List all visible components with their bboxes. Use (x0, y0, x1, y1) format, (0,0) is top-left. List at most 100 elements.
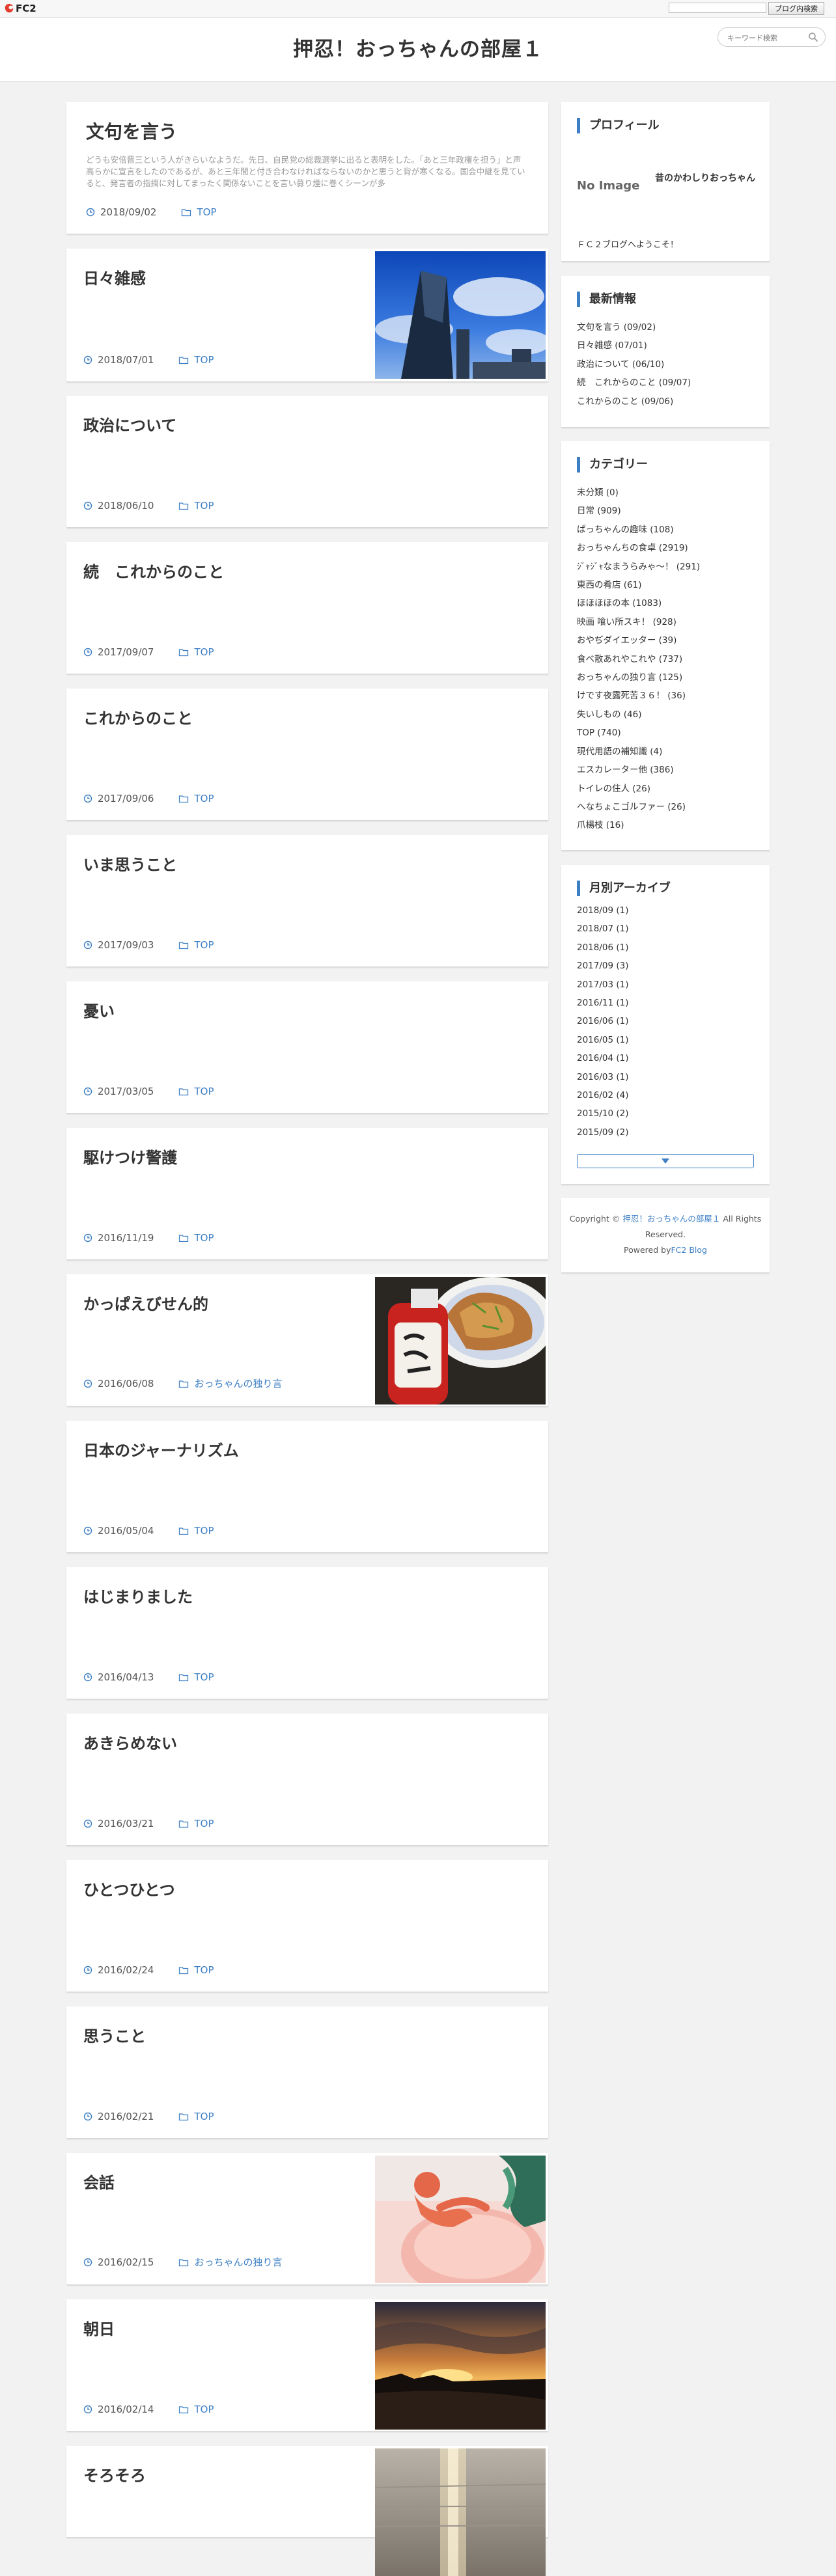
fc2-logo[interactable]: FC2 (4, 2, 36, 15)
post-card[interactable]: 政治について 2018/06/10 TOP (66, 396, 548, 527)
post-title[interactable]: 朝日 (83, 2316, 115, 2339)
archive-item[interactable]: 2018/06 (1) (577, 939, 629, 957)
category-item[interactable]: 未分類 (0) (577, 484, 700, 502)
post-card[interactable]: 日本のジャーナリズム 2016/05/04 TOP (66, 1421, 548, 1552)
archive-expand-button[interactable] (577, 1154, 754, 1168)
archive-item[interactable]: 2016/04 (1) (577, 1049, 629, 1067)
post-category-link[interactable]: TOP (194, 1818, 214, 1829)
archive-item[interactable]: 2016/06 (1) (577, 1012, 629, 1030)
search-icon[interactable] (808, 32, 818, 42)
post-category-link[interactable]: TOP (194, 646, 214, 658)
post-title[interactable]: 文句を言う (86, 118, 177, 144)
category-item[interactable]: おっちゃんちの食卓 (2919) (577, 539, 700, 557)
post-card[interactable]: 会話 2016/02/15 おっちゃんの独り言 (66, 2153, 548, 2284)
category-item[interactable]: おっちゃんの独り言 (125) (577, 668, 700, 687)
post-thumbnail-figurine[interactable] (375, 2156, 546, 2283)
post-thumbnail-sea[interactable] (375, 2448, 546, 2576)
post-category-link[interactable]: TOP (194, 2111, 214, 2122)
category-item[interactable]: 失いしもの (46) (577, 706, 700, 724)
archive-item[interactable]: 2016/11 (1) (577, 994, 629, 1012)
post-thumbnail-kappa-ebisen[interactable] (375, 1277, 546, 1404)
post-card[interactable]: 日々雑感 2018/07/01 TOP (66, 249, 548, 381)
post-title[interactable]: あきらめない (83, 1731, 177, 1753)
fc2-blog-link[interactable]: FC2 Blog (671, 1245, 706, 1255)
archive-item[interactable]: 2016/05 (1) (577, 1031, 629, 1049)
archive-item[interactable]: 2018/07 (1) (577, 920, 629, 938)
category-item[interactable]: おやぢダイエッター (39) (577, 631, 700, 650)
keyword-search-input[interactable] (726, 31, 807, 44)
post-category-link[interactable]: TOP (194, 354, 214, 366)
fc2-blog-search-input[interactable] (669, 3, 766, 13)
post-card[interactable]: 思うこと 2016/02/21 TOP (66, 2007, 548, 2138)
post-title[interactable]: いま思うこと (83, 852, 177, 875)
category-item[interactable]: ｼﾞｬｼﾞｬなまうらみゃ〜！ (291) (577, 558, 700, 576)
post-category-link[interactable]: TOP (194, 1232, 214, 1244)
post-title[interactable]: 思うこと (83, 2023, 146, 2046)
copyright-site-link[interactable]: 押忍！おっちゃんの部屋１ (622, 1214, 720, 1224)
post-card[interactable]: いま思うこと 2017/09/03 TOP (66, 835, 548, 966)
archive-item[interactable]: 2015/10 (2) (577, 1104, 629, 1123)
recent-item[interactable]: 政治について (06/10) (577, 355, 691, 374)
post-card[interactable]: これからのこと 2017/09/06 TOP (66, 689, 548, 820)
post-card[interactable]: 朝日 2016/02/14 TOP (66, 2299, 548, 2431)
post-category-link[interactable]: TOP (194, 793, 214, 804)
post-title[interactable]: これからのこと (83, 706, 193, 728)
post-category-link[interactable]: TOP (194, 939, 214, 951)
post-category-link[interactable]: TOP (194, 1964, 214, 1976)
post-category-link[interactable]: TOP (197, 206, 216, 218)
post-category-link[interactable]: TOP (194, 1086, 214, 1097)
category-item[interactable]: へなちょこゴルファー (26) (577, 798, 700, 816)
post-title[interactable]: 政治について (83, 413, 176, 435)
post-card[interactable]: 続 これからのこと 2017/09/07 TOP (66, 542, 548, 674)
post-title[interactable]: 憂い (83, 998, 115, 1021)
keyword-search-box[interactable] (718, 27, 826, 47)
archive-item[interactable]: 2016/03 (1) (577, 1068, 629, 1086)
post-card[interactable]: 駆けつけ警護 2016/11/19 TOP (66, 1128, 548, 1259)
category-item[interactable]: 食べ散あれやこれや (737) (577, 650, 700, 668)
post-title[interactable]: はじまりました (83, 1584, 193, 1607)
category-item[interactable]: トイレの住人 (26) (577, 780, 700, 798)
recent-item[interactable]: 続 これからのこと (09/07) (577, 374, 691, 392)
post-category-link[interactable]: TOP (194, 500, 214, 512)
recent-item[interactable]: 文句を言う (09/02) (577, 318, 691, 336)
archive-item[interactable]: 2015/09 (2) (577, 1123, 629, 1142)
post-card[interactable]: 憂い 2017/03/05 TOP (66, 981, 548, 1113)
fc2-blog-search-button[interactable]: ブログ内検索 (768, 2, 824, 15)
archive-item[interactable]: 2017/03 (1) (577, 976, 629, 994)
post-card[interactable]: ひとつひとつ 2016/02/24 TOP (66, 1860, 548, 1992)
post-title[interactable]: かっぱえびせん的 (83, 1291, 208, 1314)
category-item[interactable]: エスカレーター他 (386) (577, 761, 700, 779)
category-item[interactable]: TOP (740) (577, 724, 700, 742)
post-title[interactable]: 駆けつけ警護 (83, 1145, 177, 1168)
post-category-link[interactable]: TOP (194, 1525, 214, 1537)
archive-item[interactable]: 2016/02 (4) (577, 1086, 629, 1104)
post-thumbnail-sunrise[interactable] (375, 2302, 546, 2430)
post-card[interactable]: かっぱえびせん的 2016/06/08 おっちゃんの独り言 (66, 1274, 548, 1406)
archive-item[interactable]: 2017/09 (3) (577, 957, 629, 975)
post-thumbnail-skyscrapers[interactable] (375, 251, 546, 379)
category-item[interactable]: 爪楊枝 (16) (577, 816, 700, 834)
category-item[interactable]: ほほほほの本 (1083) (577, 594, 700, 612)
post-card[interactable]: そろそろ (66, 2446, 548, 2576)
post-card[interactable]: はじまりました 2016/04/13 TOP (66, 1567, 548, 1699)
post-title[interactable]: 日々雑感 (83, 266, 146, 288)
featured-post-card[interactable]: 文句を言う どうも安倍晋三という人がきらいなようだ。先日、自民党の総裁選挙に出る… (66, 102, 548, 234)
category-item[interactable]: 東西の肴店 (61) (577, 576, 700, 594)
archive-item[interactable]: 2018/09 (1) (577, 901, 629, 920)
category-item[interactable]: 映画 喰い所スキ！ (928) (577, 613, 700, 631)
recent-item[interactable]: これからのこと (09/06) (577, 392, 691, 411)
post-card[interactable]: あきらめない 2016/03/21 TOP (66, 1714, 548, 1845)
post-title[interactable]: 続 これからのこと (83, 559, 224, 582)
post-category-link[interactable]: TOP (194, 1671, 214, 1683)
post-title[interactable]: ひとつひとつ (83, 1877, 175, 1900)
post-title[interactable]: そろそろ (83, 2463, 146, 2486)
category-item[interactable]: ぱっちゃんの趣味 (108) (577, 521, 700, 539)
category-item[interactable]: 現代用語の補知識 (4) (577, 743, 700, 761)
post-category-link[interactable]: おっちゃんの独り言 (194, 1377, 282, 1390)
post-title[interactable]: 日本のジャーナリズム (83, 1438, 239, 1460)
site-title[interactable]: 押忍！おっちゃんの部屋１ (0, 18, 836, 81)
post-category-link[interactable]: おっちゃんの独り言 (194, 2255, 282, 2269)
category-item[interactable]: けです夜露死苦３６！ (36) (577, 687, 700, 705)
recent-item[interactable]: 日々雑感 (07/01) (577, 336, 691, 355)
post-title[interactable]: 会話 (83, 2170, 115, 2193)
